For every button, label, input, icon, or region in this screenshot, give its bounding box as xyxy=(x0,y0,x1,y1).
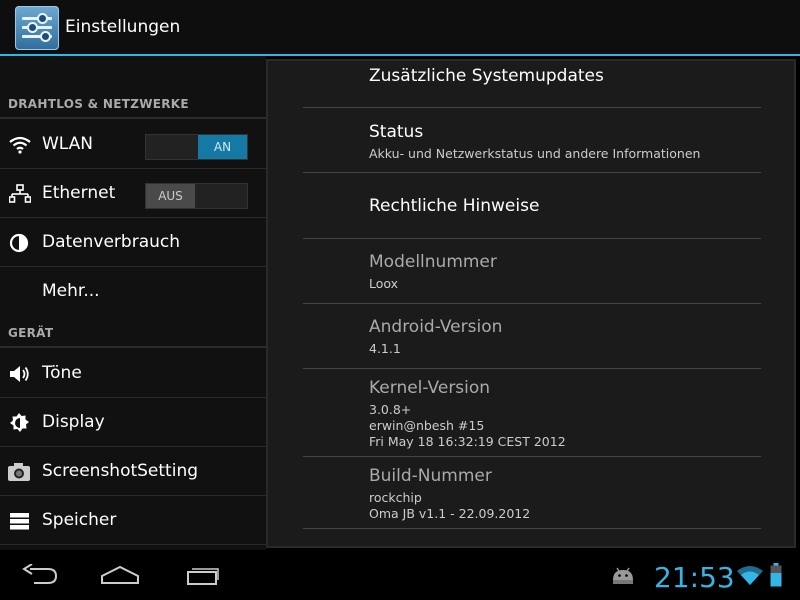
page-title: Einstellungen xyxy=(65,17,181,37)
sidebar-item-ethernet[interactable]: Ethernet AUS xyxy=(0,170,266,218)
android-debug-icon[interactable] xyxy=(610,566,636,586)
settings-category-list: DRAHTLOS & NETZWERKE WLAN AN Ethernet AU… xyxy=(0,56,266,550)
item-divider xyxy=(0,544,266,545)
sidebar-item-label: Töne xyxy=(42,363,82,383)
sidebar-item-label: Display xyxy=(42,412,105,432)
system-bar: 21:53 xyxy=(0,550,800,600)
recent-apps-icon[interactable] xyxy=(182,564,222,586)
row-divider xyxy=(303,528,761,529)
sidebar-item-label: Mehr... xyxy=(42,281,100,301)
row-summary: 4.1.1 xyxy=(369,341,401,356)
row-title: Rechtliche Hinweise xyxy=(369,196,540,216)
ethernet-icon xyxy=(9,184,31,203)
sidebar-item-label: ScreenshotSetting xyxy=(42,461,199,481)
sidebar-item-label: Ethernet xyxy=(42,183,116,203)
ethernet-toggle[interactable]: AUS xyxy=(145,183,248,209)
row-title: Build-Nummer xyxy=(369,466,492,486)
about-device-pane: Zusätzliche Systemupdates Status Akku- u… xyxy=(266,59,796,548)
settings-app-icon[interactable] xyxy=(15,6,59,50)
preference-android-version[interactable]: Android-Version 4.1.1 xyxy=(303,304,761,369)
speaker-icon xyxy=(10,366,29,382)
row-summary-line: rockchip xyxy=(369,490,422,505)
clock[interactable]: 21:53 xyxy=(654,561,735,594)
section-divider xyxy=(0,346,266,348)
item-divider xyxy=(0,495,266,496)
sidebar-item-data-usage[interactable]: Datenverbrauch xyxy=(0,219,266,267)
sidebar-item-sound[interactable]: Töne xyxy=(0,350,266,398)
sidebar-item-wlan[interactable]: WLAN AN xyxy=(0,121,266,169)
data-usage-icon xyxy=(9,233,29,253)
battery-icon xyxy=(770,563,782,587)
section-divider xyxy=(0,117,266,119)
preference-model-number: Modellnummer Loox xyxy=(303,239,761,304)
item-divider xyxy=(0,168,266,169)
sidebar-item-storage[interactable]: Speicher xyxy=(0,497,266,545)
wifi-signal-icon xyxy=(737,566,763,585)
action-bar: Einstellungen xyxy=(0,0,800,56)
home-icon[interactable] xyxy=(100,564,140,586)
row-summary-line: erwin@nbesh #15 xyxy=(369,418,485,433)
row-summary-line: Oma JB v1.1 - 22.09.2012 xyxy=(369,506,531,521)
item-divider xyxy=(0,397,266,398)
sidebar-item-label: WLAN xyxy=(42,134,94,154)
item-divider xyxy=(0,266,266,267)
row-title: Modellnummer xyxy=(369,252,497,272)
row-summary: Akku- und Netzwerkstatus und andere Info… xyxy=(369,146,701,161)
sidebar-item-display[interactable]: Display xyxy=(0,399,266,447)
storage-icon xyxy=(10,513,29,530)
preference-kernel-version: Kernel-Version 3.0.8+ erwin@nbesh #15 Fr… xyxy=(303,369,761,457)
preference-status[interactable]: Status Akku- und Netzwerkstatus und ande… xyxy=(303,108,761,173)
section-header-device: GERÄT xyxy=(8,326,54,340)
row-title: Kernel-Version xyxy=(369,378,491,398)
item-divider xyxy=(0,217,266,218)
row-title: Android-Version xyxy=(369,317,503,337)
sidebar-item-label: Datenverbrauch xyxy=(42,232,181,252)
preference-build-number[interactable]: Build-Nummer rockchip Oma JB v1.1 - 22.0… xyxy=(303,457,761,529)
row-title: Zusätzliche Systemupdates xyxy=(369,66,604,86)
sidebar-item-more[interactable]: Mehr... xyxy=(0,268,266,316)
row-title: Status xyxy=(369,122,424,142)
row-summary-line: Fri May 18 16:32:19 CEST 2012 xyxy=(369,434,566,449)
camera-icon xyxy=(8,463,30,481)
wlan-toggle[interactable]: AN xyxy=(145,134,248,160)
back-icon[interactable] xyxy=(20,564,60,586)
item-divider xyxy=(0,446,266,447)
row-summary: Loox xyxy=(369,276,399,291)
row-summary-line: 3.0.8+ xyxy=(369,402,412,417)
toggle-state-label: AUS xyxy=(146,184,195,208)
preference-legal-notices[interactable]: Rechtliche Hinweise xyxy=(303,173,761,239)
section-header-wireless: DRAHTLOS & NETZWERKE xyxy=(8,97,189,111)
toggle-state-label: AN xyxy=(198,135,247,159)
brightness-icon xyxy=(10,413,29,432)
wifi-icon xyxy=(9,136,31,154)
sidebar-item-label: Speicher xyxy=(42,510,117,530)
preference-system-updates[interactable]: Zusätzliche Systemupdates xyxy=(303,61,761,108)
sidebar-item-screenshot-setting[interactable]: ScreenshotSetting xyxy=(0,448,266,496)
